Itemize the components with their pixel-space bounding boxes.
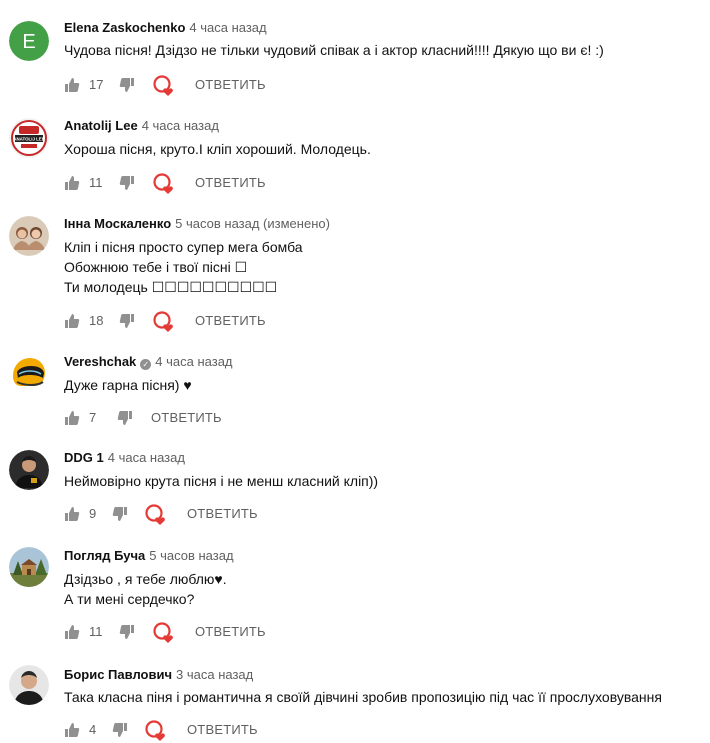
reply-button[interactable]: ОТВЕТИТЬ [195, 173, 266, 193]
comment-author[interactable]: DDG 1 [64, 450, 104, 465]
comment-author[interactable]: Elena Zaskochenko [64, 20, 185, 35]
reply-button[interactable]: ОТВЕТИТЬ [151, 408, 222, 428]
like-count: 4 [89, 722, 97, 737]
comment-text: Дуже гарна пісня) ♥ [64, 377, 192, 393]
like-count: 7 [89, 410, 97, 425]
creator-heart-icon[interactable] [153, 311, 175, 333]
like-count: 11 [89, 624, 103, 639]
thumbs-up-icon[interactable] [64, 313, 80, 329]
like-count: 9 [89, 506, 97, 521]
thumbs-up-icon[interactable] [64, 624, 80, 640]
comment-time[interactable]: 3 часа назад [176, 667, 253, 682]
thumbs-down-icon[interactable] [119, 313, 135, 329]
comment-author[interactable]: Борис Павлович [64, 667, 172, 682]
comment-author[interactable]: Погляд Буча [64, 548, 145, 563]
reply-button[interactable]: ОТВЕТИТЬ [195, 75, 266, 95]
avatar[interactable] [9, 352, 49, 392]
avatar[interactable]: E [9, 21, 49, 61]
reply-button[interactable]: ОТВЕТИТЬ [187, 720, 258, 740]
svg-text:E: E [22, 31, 35, 53]
svg-text:ANATOLIJ LEE: ANATOLIJ LEE [13, 137, 44, 142]
comment-time[interactable]: 5 часов назад [149, 548, 233, 563]
avatar[interactable] [9, 216, 49, 256]
thumbs-up-icon[interactable] [64, 506, 80, 522]
comment-author[interactable]: Vereshchak [64, 354, 136, 369]
thumbs-down-icon[interactable] [117, 410, 133, 426]
like-count: 17 [89, 77, 104, 92]
like-count: 18 [89, 313, 104, 328]
comment-text: Чудова пісня! Дзідзо не тільки чудовий с… [64, 42, 604, 58]
comment-text: Така класна піня і романтична я своїй ді… [64, 689, 662, 705]
avatar[interactable] [9, 665, 49, 705]
comment-text: Кліп і пісня просто супер мега бомба Обо… [64, 239, 303, 295]
comment-author[interactable]: Anatolij Lee [64, 118, 138, 133]
avatar[interactable]: ANATOLIJ LEE [9, 118, 49, 158]
comment-author[interactable]: Інна Москаленко [64, 216, 171, 231]
comment-text: Хороша пісня, круто.І кліп хороший. Моло… [64, 141, 371, 157]
thumbs-up-icon[interactable] [64, 410, 80, 426]
thumbs-down-icon[interactable] [119, 175, 135, 191]
thumbs-down-icon[interactable] [112, 506, 128, 522]
comment-time[interactable]: 4 часа назад [142, 118, 219, 133]
comment-text: Неймовірно крута пісня і не менш класний… [64, 473, 379, 489]
reply-button[interactable]: ОТВЕТИТЬ [195, 311, 266, 331]
comment-text: Дзідзьо , я тебе люблю♥. А ти мені серде… [64, 571, 227, 607]
avatar[interactable] [9, 547, 49, 587]
creator-heart-icon[interactable] [153, 173, 175, 195]
creator-heart-icon[interactable] [145, 504, 167, 526]
thumbs-up-icon[interactable] [64, 77, 80, 93]
reply-button[interactable]: ОТВЕТИТЬ [187, 504, 258, 524]
verified-icon: ✓ [140, 359, 152, 370]
creator-heart-icon[interactable] [153, 75, 175, 97]
like-count: 11 [89, 175, 103, 190]
comment-time[interactable]: 4 часа назад [155, 354, 232, 369]
thumbs-up-icon[interactable] [64, 175, 80, 191]
comment-time[interactable]: 5 часов назад (изменено) [175, 216, 330, 231]
thumbs-down-icon[interactable] [112, 722, 128, 738]
avatar[interactable] [9, 450, 49, 490]
thumbs-up-icon[interactable] [64, 722, 80, 738]
comment-time[interactable]: 4 часа назад [108, 450, 185, 465]
creator-heart-icon[interactable] [153, 622, 175, 644]
thumbs-down-icon[interactable] [119, 77, 135, 93]
comment-time[interactable]: 4 часа назад [189, 20, 266, 35]
thumbs-down-icon[interactable] [119, 624, 135, 640]
reply-button[interactable]: ОТВЕТИТЬ [195, 622, 266, 642]
creator-heart-icon[interactable] [145, 720, 167, 742]
